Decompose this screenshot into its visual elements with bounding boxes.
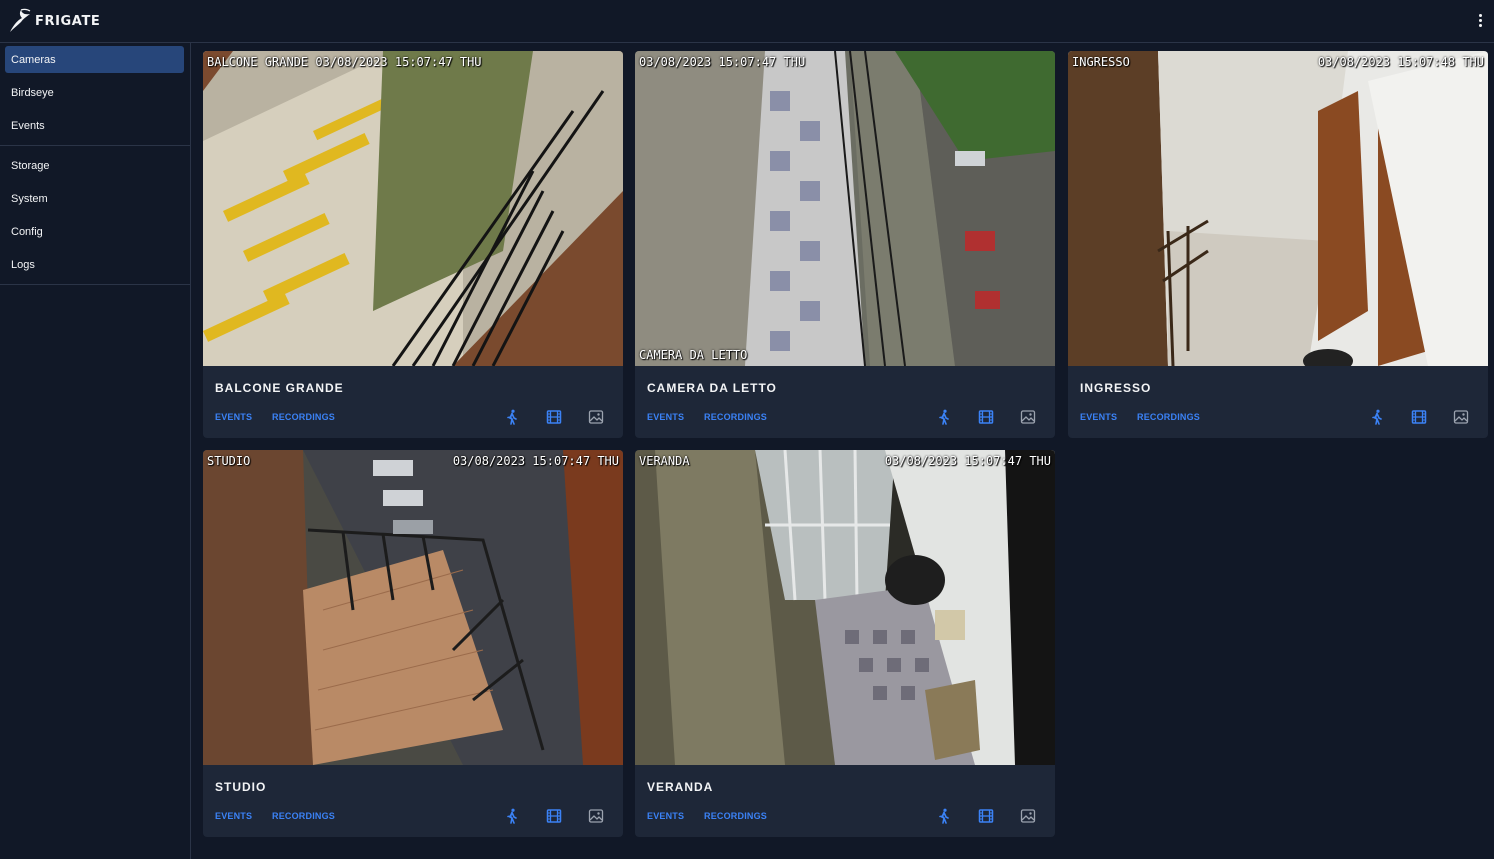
camera-overlay-timestamp: 03/08/2023 15:07:48 THU xyxy=(1317,55,1484,69)
camera-overlay-text: BALCONE GRANDE 03/08/2023 15:07:47 THU xyxy=(207,55,482,69)
sidebar-item-storage[interactable]: Storage xyxy=(5,152,184,179)
camera-feed[interactable]: STUDIO 03/08/2023 15:07:47 THU xyxy=(203,450,623,765)
camera-overlay-timestamp: 03/08/2023 15:07:47 THU xyxy=(452,454,619,468)
film-icon[interactable] xyxy=(977,807,995,825)
scene-ingresso xyxy=(1068,51,1488,366)
sidebar-item-system[interactable]: System xyxy=(5,185,184,212)
sidebar: Cameras Birdseye Events Storage System C… xyxy=(0,43,191,859)
image-icon[interactable] xyxy=(587,408,605,426)
camera-card: 03/08/2023 15:07:47 THU CAMERA DA LETTO … xyxy=(635,51,1055,438)
camera-feed[interactable]: INGRESSO 03/08/2023 15:07:48 THU xyxy=(1068,51,1488,366)
image-icon[interactable] xyxy=(1019,408,1037,426)
person-walking-icon[interactable] xyxy=(1368,408,1386,426)
more-vertical-icon[interactable] xyxy=(1474,10,1486,30)
nav-group-main: Cameras Birdseye Events xyxy=(0,43,190,145)
person-walking-icon[interactable] xyxy=(935,807,953,825)
image-icon[interactable] xyxy=(1452,408,1470,426)
sidebar-item-logs[interactable]: Logs xyxy=(5,251,184,278)
camera-card: BALCONE GRANDE 03/08/2023 15:07:47 THU B… xyxy=(203,51,623,438)
person-walking-icon[interactable] xyxy=(935,408,953,426)
events-link[interactable]: EVENTS xyxy=(1080,412,1117,422)
camera-card: STUDIO 03/08/2023 15:07:47 THU STUDIO EV… xyxy=(203,450,623,837)
sidebar-divider xyxy=(0,284,190,285)
app-header: FRIGATE xyxy=(0,0,1494,43)
scene-balcone xyxy=(203,51,623,366)
frigate-bird-icon xyxy=(10,8,31,32)
events-link[interactable]: EVENTS xyxy=(647,412,684,422)
recordings-link[interactable]: RECORDINGS xyxy=(704,811,767,821)
camera-card: INGRESSO 03/08/2023 15:07:48 THU INGRESS… xyxy=(1068,51,1488,438)
scene-veranda xyxy=(635,450,1055,765)
logo[interactable]: FRIGATE xyxy=(8,8,100,34)
camera-overlay-timestamp: 03/08/2023 15:07:47 THU xyxy=(884,454,1051,468)
film-icon[interactable] xyxy=(1410,408,1428,426)
nav-group-system: Storage System Config Logs xyxy=(0,146,190,284)
recordings-link[interactable]: RECORDINGS xyxy=(272,811,335,821)
camera-overlay-text: 03/08/2023 15:07:47 THU xyxy=(639,55,806,69)
image-icon[interactable] xyxy=(587,807,605,825)
camera-feed[interactable]: BALCONE GRANDE 03/08/2023 15:07:47 THU xyxy=(203,51,623,366)
events-link[interactable]: EVENTS xyxy=(215,811,252,821)
recordings-link[interactable]: RECORDINGS xyxy=(1137,412,1200,422)
scene-studio xyxy=(203,450,623,765)
camera-overlay-text: VERANDA xyxy=(639,454,690,468)
camera-name[interactable]: VERANDA xyxy=(647,780,713,794)
camera-overlay-text: STUDIO xyxy=(207,454,251,468)
events-link[interactable]: EVENTS xyxy=(647,811,684,821)
recordings-link[interactable]: RECORDINGS xyxy=(272,412,335,422)
camera-feed[interactable]: VERANDA 03/08/2023 15:07:47 THU xyxy=(635,450,1055,765)
camera-overlay-text: INGRESSO xyxy=(1072,55,1130,69)
camera-card: VERANDA 03/08/2023 15:07:47 THU VERANDA … xyxy=(635,450,1055,837)
camera-overlay-name: CAMERA DA LETTO xyxy=(639,348,748,362)
sidebar-item-cameras[interactable]: Cameras xyxy=(5,46,184,73)
app-title: FRIGATE xyxy=(35,13,101,29)
scene-camera-da-letto xyxy=(635,51,1055,366)
sidebar-item-events[interactable]: Events xyxy=(5,112,184,139)
film-icon[interactable] xyxy=(977,408,995,426)
sidebar-item-birdseye[interactable]: Birdseye xyxy=(5,79,184,106)
camera-name[interactable]: STUDIO xyxy=(215,780,266,794)
events-link[interactable]: EVENTS xyxy=(215,412,252,422)
camera-name[interactable]: BALCONE GRANDE xyxy=(215,381,344,395)
camera-name[interactable]: CAMERA DA LETTO xyxy=(647,381,777,395)
film-icon[interactable] xyxy=(545,408,563,426)
person-walking-icon[interactable] xyxy=(503,408,521,426)
sidebar-item-config[interactable]: Config xyxy=(5,218,184,245)
camera-name[interactable]: INGRESSO xyxy=(1080,381,1151,395)
film-icon[interactable] xyxy=(545,807,563,825)
recordings-link[interactable]: RECORDINGS xyxy=(704,412,767,422)
camera-feed[interactable]: 03/08/2023 15:07:47 THU CAMERA DA LETTO xyxy=(635,51,1055,366)
person-walking-icon[interactable] xyxy=(503,807,521,825)
image-icon[interactable] xyxy=(1019,807,1037,825)
